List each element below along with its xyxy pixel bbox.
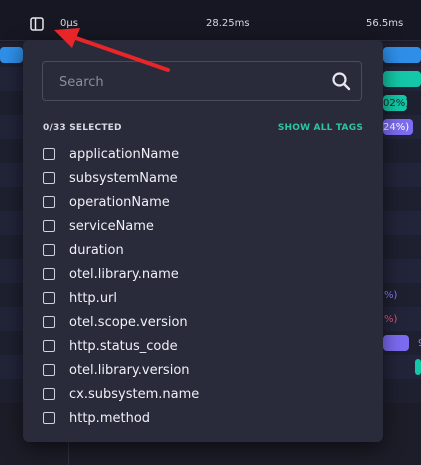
trace-span-label: 02%) <box>383 98 410 109</box>
tag-label: http.url <box>69 290 118 306</box>
tag-label: otel.scope.version <box>69 314 188 330</box>
annotation-arrow-icon <box>54 28 170 72</box>
tag-filter-popover: 0/33 SELECTED SHOW ALL TAGS applicationN… <box>23 40 383 442</box>
timeline-tick-end: 56.5ms <box>366 18 404 29</box>
tag-label: serviceName <box>69 218 154 234</box>
tag-item[interactable]: cx.subsystem.name <box>43 384 199 404</box>
tag-label: operationName <box>69 194 170 210</box>
tag-checkbox[interactable] <box>43 364 55 376</box>
trace-span-label: %) <box>384 290 398 301</box>
tag-checkbox[interactable] <box>43 196 55 208</box>
sidebar-toggle-icon[interactable] <box>30 16 44 31</box>
tag-label: subsystemName <box>69 170 178 186</box>
timeline-tick-mid: 28.25ms <box>206 18 250 29</box>
trace-span-bar <box>415 359 421 375</box>
tag-checkbox[interactable] <box>43 316 55 328</box>
selected-count: 0/33 SELECTED <box>43 123 122 133</box>
trace-span-bar <box>0 47 23 63</box>
search-icon[interactable] <box>331 71 351 91</box>
show-all-tags-link[interactable]: SHOW ALL TAGS <box>278 123 363 133</box>
tag-checkbox[interactable] <box>43 268 55 280</box>
tag-label: otel.library.name <box>69 266 179 282</box>
tag-checkbox[interactable] <box>43 340 55 352</box>
tag-item[interactable]: serviceName <box>43 216 154 236</box>
tag-item[interactable]: http.status_code <box>43 336 178 356</box>
tag-item[interactable]: applicationName <box>43 144 179 164</box>
tag-item[interactable]: http.url <box>43 288 117 308</box>
tag-checkbox[interactable] <box>43 388 55 400</box>
tag-item[interactable]: otel.library.version <box>43 360 190 380</box>
tag-checkbox[interactable] <box>43 292 55 304</box>
tag-item[interactable]: otel.library.name <box>43 264 179 284</box>
tag-label: otel.library.version <box>69 362 190 378</box>
trace-span-bar <box>383 335 409 351</box>
tag-checkbox[interactable] <box>43 412 55 424</box>
tag-item[interactable]: duration <box>43 240 124 260</box>
trace-span-label: 24%) <box>383 122 410 133</box>
tag-item[interactable]: subsystemName <box>43 168 178 188</box>
trace-span-label: %) <box>384 314 398 325</box>
tag-label: http.method <box>69 410 151 426</box>
trace-span-bar <box>383 47 421 63</box>
tag-item[interactable]: http.method <box>43 408 150 428</box>
tag-label: applicationName <box>69 146 180 162</box>
trace-span-bar <box>383 71 421 87</box>
tag-item[interactable]: otel.scope.version <box>43 312 188 332</box>
tag-item[interactable]: operationName <box>43 192 170 212</box>
tag-label: duration <box>69 242 124 258</box>
tag-label: http.status_code <box>69 338 178 354</box>
tag-checkbox[interactable] <box>43 172 55 184</box>
tag-checkbox[interactable] <box>43 244 55 256</box>
tag-checkbox[interactable] <box>43 220 55 232</box>
tag-checkbox[interactable] <box>43 148 55 160</box>
tag-label: cx.subsystem.name <box>69 386 200 402</box>
tag-list: applicationName subsystemName operationN… <box>23 144 383 442</box>
